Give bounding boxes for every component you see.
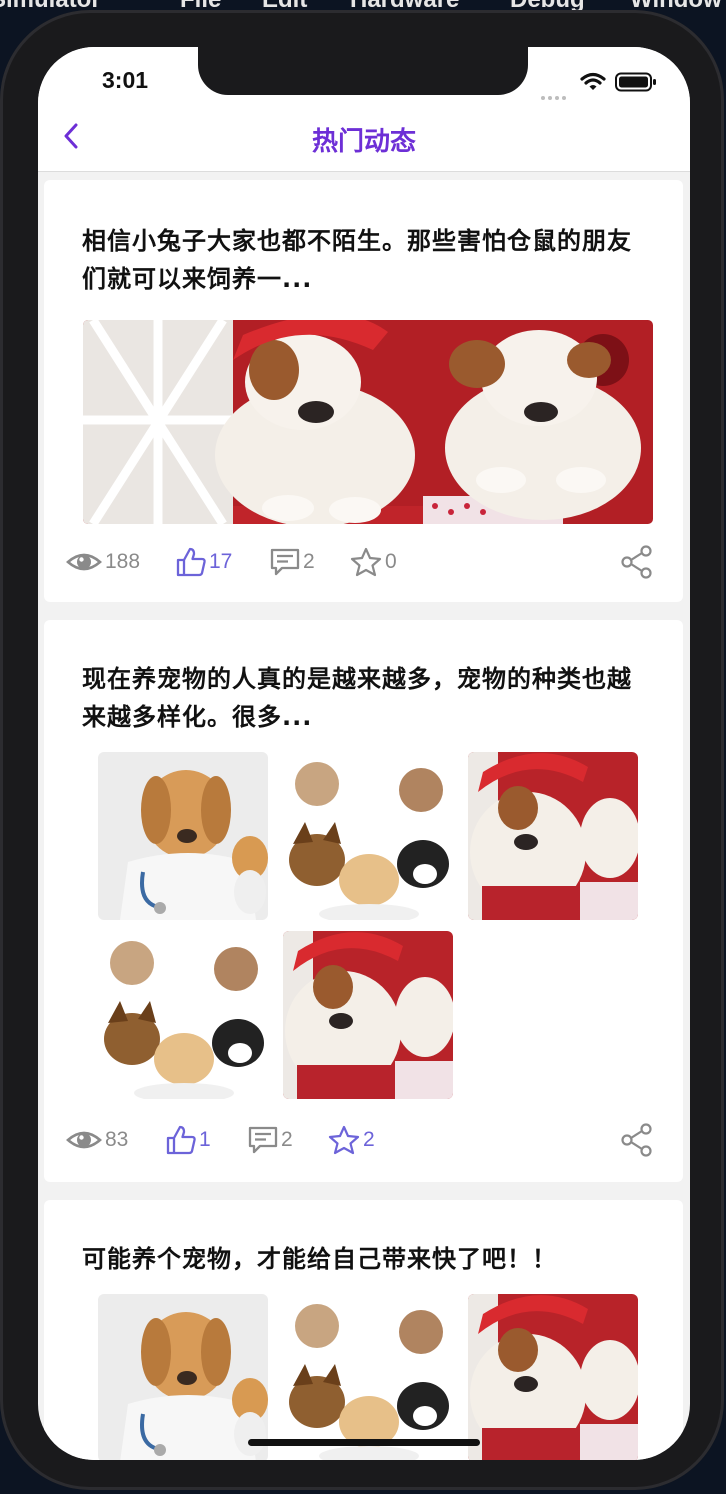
post-photo-golden-retriever[interactable] xyxy=(98,752,268,920)
post-photo-golden-retriever[interactable] xyxy=(98,1294,268,1460)
views-stat: 188 xyxy=(66,542,140,582)
comments-count: 2 xyxy=(303,550,315,573)
device-notch xyxy=(198,47,528,95)
star-icon xyxy=(350,547,382,577)
post-text[interactable]: 相信小兔子大家也都不陌生。那些害怕仓鼠的朋友们就可以来饲养一... xyxy=(82,222,642,298)
phone-screen: 3:01 热门动态 相信小兔子大家也都不陌生。那些害怕仓鼠的朋友们就可以来饲养一… xyxy=(38,47,690,1460)
post-photo-bulldogs[interactable] xyxy=(468,752,638,920)
favorites-count: 0 xyxy=(385,550,397,573)
views-count: 83 xyxy=(105,1128,129,1151)
eye-icon xyxy=(66,1131,102,1149)
eye-icon xyxy=(66,553,102,571)
navigation-bar: 热门动态 xyxy=(38,115,690,172)
battery-icon xyxy=(615,72,656,92)
post-text[interactable]: 现在养宠物的人真的是越来越多，宠物的种类也越来越多样化。很多... xyxy=(82,660,642,736)
signal-icon xyxy=(541,85,569,104)
post-photo-puppies-kittens[interactable] xyxy=(98,931,268,1099)
post-card[interactable]: 相信小兔子大家也都不陌生。那些害怕仓鼠的朋友们就可以来饲养一... 188 17… xyxy=(44,180,683,602)
favorite-button[interactable]: 0 xyxy=(350,542,397,582)
post-photo-puppies-kittens[interactable] xyxy=(283,752,453,920)
share-icon xyxy=(621,1123,652,1157)
views-stat: 83 xyxy=(66,1120,128,1160)
page-title: 热门动态 xyxy=(311,127,416,157)
likes-count: 17 xyxy=(209,550,233,573)
comment-icon xyxy=(248,1126,278,1154)
wifi-icon xyxy=(580,72,606,90)
favorite-button[interactable]: 2 xyxy=(328,1120,375,1160)
comment-icon xyxy=(270,548,300,576)
post-stats-bar: 83 1 2 2 xyxy=(66,1120,666,1160)
post-photo-bulldogs[interactable] xyxy=(83,320,653,524)
post-card[interactable]: 现在养宠物的人真的是越来越多，宠物的种类也越来越多样化。很多... 83 1 2… xyxy=(44,620,683,1182)
share-button[interactable] xyxy=(620,1123,654,1161)
comments-count: 2 xyxy=(281,1128,293,1151)
comment-button[interactable]: 2 xyxy=(248,1120,293,1160)
like-button[interactable]: 17 xyxy=(176,542,232,582)
likes-count: 1 xyxy=(199,1128,211,1151)
status-time: 3:01 xyxy=(102,67,149,93)
share-icon xyxy=(621,545,652,579)
thumbs-up-icon xyxy=(176,547,206,577)
post-photo-bulldogs[interactable] xyxy=(283,931,453,1099)
post-card[interactable]: 可能养个宠物，才能给自己带来快了吧！！ xyxy=(44,1200,683,1460)
favorites-count: 2 xyxy=(363,1128,375,1151)
like-button[interactable]: 1 xyxy=(166,1120,211,1160)
home-indicator[interactable] xyxy=(248,1439,480,1446)
post-photo-puppies-kittens[interactable] xyxy=(283,1294,453,1460)
post-stats-bar: 188 17 2 0 xyxy=(66,542,666,582)
share-button[interactable] xyxy=(620,545,654,583)
comment-button[interactable]: 2 xyxy=(270,542,315,582)
views-count: 188 xyxy=(105,550,141,573)
post-photo-bulldogs[interactable] xyxy=(468,1294,638,1460)
thumbs-up-icon xyxy=(166,1125,196,1155)
post-text[interactable]: 可能养个宠物，才能给自己带来快了吧！！ xyxy=(82,1240,642,1278)
star-icon xyxy=(328,1125,360,1155)
